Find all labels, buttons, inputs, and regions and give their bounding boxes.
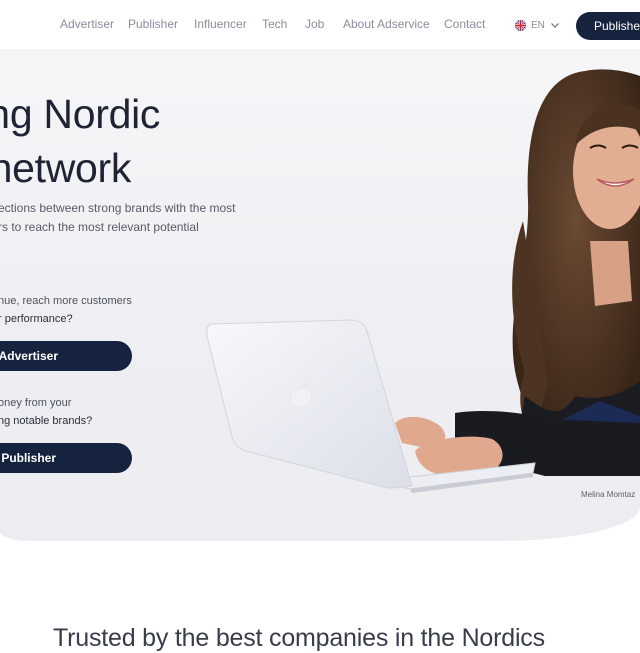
nav-about-adservice[interactable]: About Adservice xyxy=(343,17,430,31)
top-navigation: Advertiser Publisher Influencer Tech Job… xyxy=(0,0,640,51)
nav-influencer[interactable]: Influencer xyxy=(194,17,247,31)
language-label: EN xyxy=(531,19,545,31)
language-selector[interactable]: EN xyxy=(515,17,560,33)
advertiser-question-line2: r performance? xyxy=(0,313,73,325)
uk-flag-icon xyxy=(515,19,526,31)
nav-contact[interactable]: Contact xyxy=(444,17,485,31)
hero-headline-line1: ding Nordic xyxy=(0,91,161,137)
publisher-question-line2: ng notable brands? xyxy=(0,415,93,427)
hero-lead-line1: ections between strong brands with the m… xyxy=(0,201,236,215)
hero-headline-line2: e network xyxy=(0,145,132,191)
advertiser-button[interactable]: Advertiser xyxy=(0,341,132,371)
nav-job[interactable]: Job xyxy=(305,17,324,31)
photo-caption: Melina Momtaz xyxy=(581,490,636,499)
hero-section: ding Nordic e network ections between st… xyxy=(0,51,640,541)
hero-lead-line2: rs to reach the most relevant potential xyxy=(0,220,199,234)
nav-publisher-button[interactable]: Publisher xyxy=(576,12,640,40)
publisher-question-line1: oney from your xyxy=(0,397,72,409)
nav-advertiser[interactable]: Advertiser xyxy=(60,17,114,31)
advertiser-question-line1: nue, reach more customers xyxy=(0,295,132,307)
trusted-heading: Trusted by the best companies in the Nor… xyxy=(53,624,545,652)
chevron-down-icon xyxy=(550,23,559,28)
nav-tech[interactable]: Tech xyxy=(262,17,287,31)
publisher-button[interactable]: Publisher xyxy=(0,443,132,473)
nav-publisher[interactable]: Publisher xyxy=(128,17,178,31)
